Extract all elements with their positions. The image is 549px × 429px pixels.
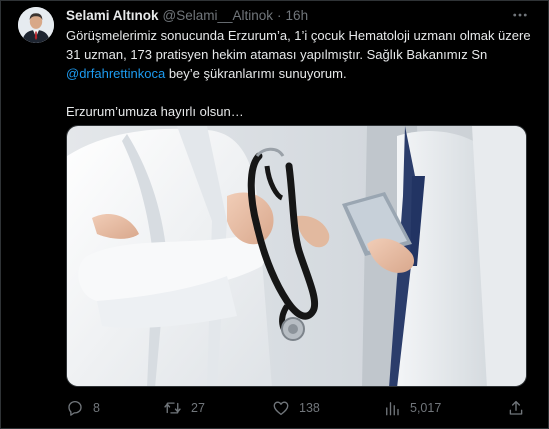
- more-button[interactable]: [510, 5, 530, 25]
- share-button[interactable]: [507, 397, 525, 419]
- views-icon: [386, 402, 399, 416]
- author-handle[interactable]: @Selami__Altinok: [163, 8, 274, 23]
- tweet-paragraph: Görüşmelerimiz sonucunda Erzurum’a, 1’i …: [66, 26, 536, 83]
- tweet-text-body: Görüşmelerimiz sonucunda Erzurum’a, 1’i …: [66, 28, 531, 62]
- tweet-text: Görüşmelerimiz sonucunda Erzurum’a, 1’i …: [66, 26, 536, 121]
- avatar[interactable]: [18, 7, 54, 43]
- more-icon: [513, 13, 527, 17]
- views-button[interactable]: 5,017: [383, 397, 441, 419]
- like-button[interactable]: 138: [272, 397, 320, 419]
- reply-button[interactable]: 8: [66, 397, 100, 419]
- mention-link[interactable]: @drfahrettinkoca: [66, 66, 165, 81]
- heart-icon: [273, 401, 289, 416]
- tweet-header: Selami Altınok @Selami__Altinok · 16h: [66, 6, 308, 24]
- avatar-photo: [18, 7, 54, 43]
- reply-count: 8: [93, 401, 100, 415]
- like-count: 138: [299, 401, 320, 415]
- doctors-photo: [67, 126, 526, 386]
- retweet-icon: [164, 402, 181, 414]
- share-icon: [509, 400, 523, 415]
- author-display-name[interactable]: Selami Altınok: [66, 8, 159, 23]
- tweet-media-image[interactable]: [66, 125, 527, 387]
- reply-icon: [68, 400, 82, 416]
- tweet-actions: 8 27 138 5,017: [66, 397, 526, 419]
- retweet-button[interactable]: 27: [163, 397, 205, 419]
- tweet-timestamp[interactable]: 16h: [286, 8, 309, 23]
- header-separator: ·: [277, 7, 282, 23]
- retweet-count: 27: [191, 401, 205, 415]
- views-count: 5,017: [410, 401, 442, 415]
- tweet-text-body-end: bey’e şükranlarımı sunuyorum.: [165, 66, 347, 81]
- tweet-card[interactable]: Selami Altınok @Selami__Altinok · 16h Gö…: [0, 0, 549, 429]
- tweet-closing-line: Erzurum’umuza hayırlı olsun…: [66, 104, 244, 119]
